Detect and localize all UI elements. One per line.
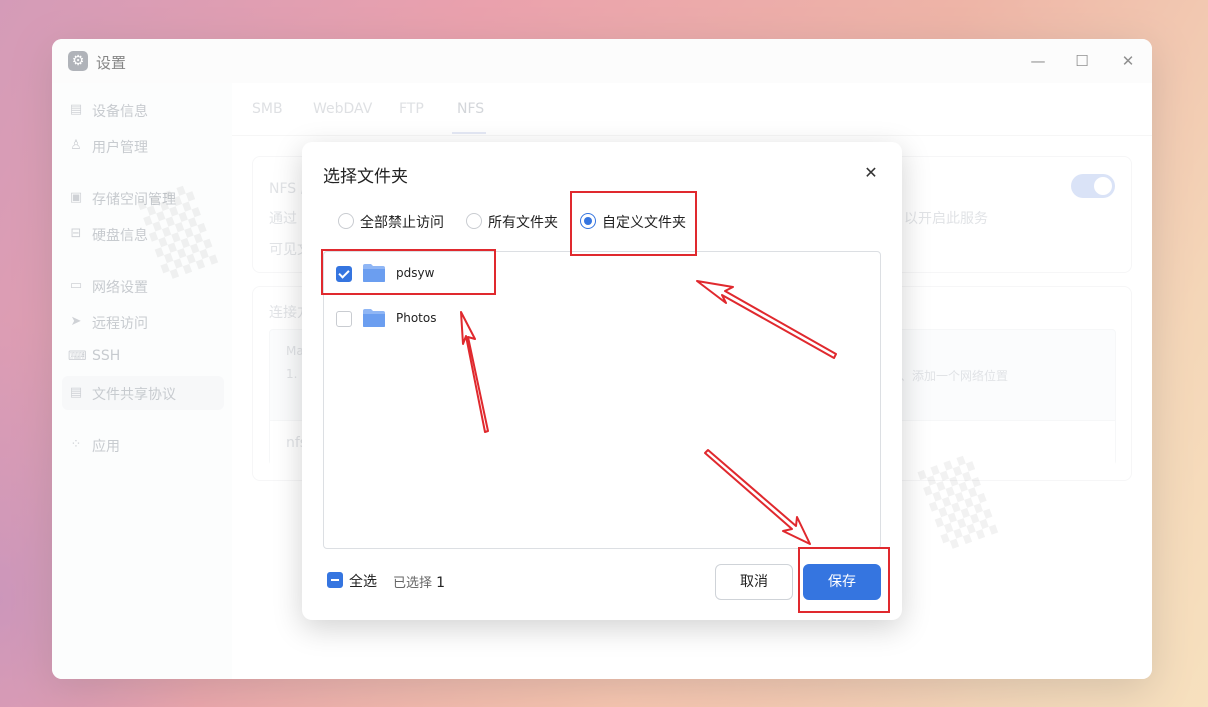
radio-circle[interactable] (338, 213, 354, 229)
radio-deny-all[interactable]: 全部禁止访问 (338, 212, 458, 232)
cancel-button[interactable]: 取消 (715, 564, 793, 600)
selected-count-value: 1 (436, 575, 446, 591)
folder-checkbox[interactable] (336, 311, 352, 327)
selected-count: 已选择 1 (393, 572, 445, 591)
folder-list: pdsyw Photos (323, 251, 881, 549)
annotation-box-custom-folders (570, 191, 697, 256)
dialog-title: 选择文件夹 (323, 167, 408, 187)
folder-icon (363, 309, 385, 327)
select-all-checkbox[interactable] (327, 572, 343, 588)
folder-item-photos[interactable]: Photos (336, 306, 636, 332)
annotation-box-pdsyw (321, 249, 496, 295)
radio-label: 全部禁止访问 (360, 215, 444, 231)
radio-label: 所有文件夹 (488, 215, 558, 231)
radio-circle[interactable] (466, 213, 482, 229)
radio-all-folders[interactable]: 所有文件夹 (466, 212, 566, 232)
annotation-box-save (798, 547, 890, 613)
folder-name: Photos (396, 311, 437, 325)
close-icon[interactable]: ✕ (862, 164, 880, 182)
selected-prefix: 已选择 (393, 576, 433, 591)
select-all-label: 全选 (349, 574, 377, 590)
